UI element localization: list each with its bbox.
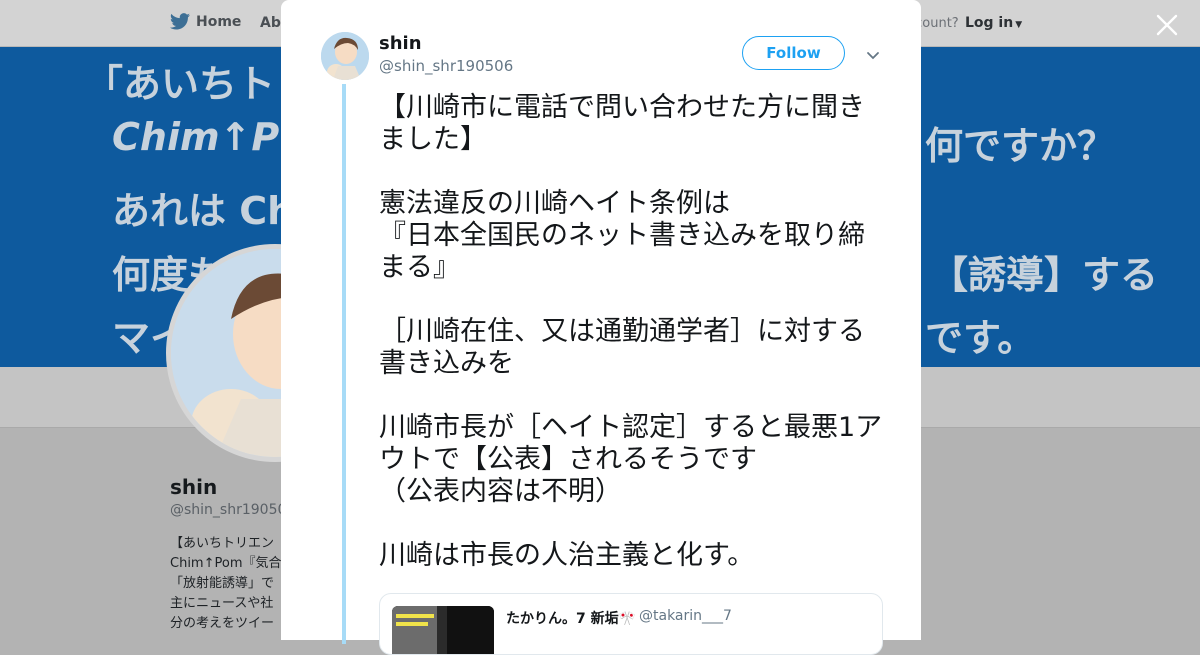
tweet-line: 川崎は市長の人治主義と化す。	[379, 540, 755, 571]
quoted-tweet-author-handle[interactable]: @takarin___7	[639, 608, 732, 624]
nav-login-link[interactable]: Log in ▼	[965, 15, 1022, 31]
chevron-down-icon	[867, 52, 879, 60]
author-avatar[interactable]	[321, 32, 369, 80]
tweet-line: （公表内容は不明）	[379, 476, 622, 507]
quoted-tweet-author-name[interactable]: たかりん。7 新垢🎌	[506, 608, 636, 628]
profile-bio: 【あいちトリエン Chim↑Pom『気合 「放射能誘導」で 主にニュースや社 分…	[170, 534, 286, 634]
close-icon	[1156, 14, 1178, 36]
tweet-line: 川崎市長が［ヘイト認定］すると最悪1アウトで【公表】されるそうです	[379, 412, 883, 475]
login-label: Log in	[965, 15, 1014, 31]
thread-connector-line	[342, 84, 346, 644]
banner-text-line: 何ですか？	[925, 124, 1116, 168]
banner-text-line: 「あいちトリ	[85, 62, 314, 106]
profile-bio-line: 「放射能誘導」で	[170, 576, 275, 591]
quoted-tweet-card[interactable]: たかりん。7 新垢🎌 @takarin___7	[379, 593, 883, 655]
banner-text-line: 【誘導】する	[930, 253, 1159, 297]
quoted-tweet-thumbnail	[392, 606, 494, 654]
tweet-line: ［川崎在住、又は通勤通学者］に対する書き込みを	[379, 316, 865, 379]
profile-bio-line: 分の考えをツイー	[170, 616, 275, 631]
profile-bio-line: Chim↑Pom『気合	[170, 556, 282, 571]
profile-handle: @shin_shr190506	[170, 502, 296, 518]
banner-text-line: あれは Ch	[112, 189, 295, 233]
banner-text-line: です。	[925, 316, 1036, 360]
tweet-line: 【川崎市に電話で問い合わせた方に聞きました】	[379, 92, 865, 155]
nav-home-label: Home	[196, 13, 242, 30]
twitter-bird-icon	[170, 13, 190, 30]
tweet-line: 憲法違反の川崎ヘイト条例は	[379, 188, 730, 219]
tweet-line: 『日本全国民のネット書き込みを取り締まる』	[379, 220, 865, 283]
profile-bio-line: 主にニュースや社	[170, 596, 274, 611]
profile-bio-line: 【あいちトリエン	[170, 536, 275, 551]
follow-button[interactable]: Follow	[742, 36, 845, 70]
caret-down-icon: ▼	[1015, 20, 1023, 30]
person-with-dog-illustration	[321, 32, 369, 80]
nav-home-link[interactable]: Home	[170, 13, 241, 30]
tweet-options-button[interactable]	[866, 46, 880, 65]
close-modal-button[interactable]	[1152, 10, 1182, 40]
tweet-modal: shin @shin_shr190506 Follow 【川崎市に電話で問い合わ…	[281, 0, 921, 655]
author-handle[interactable]: @shin_shr190506	[379, 57, 513, 75]
video-thumbnail-image	[392, 606, 494, 654]
profile-name: shin	[170, 475, 218, 499]
banner-text-line: Chim↑P	[112, 115, 280, 159]
author-name[interactable]: shin	[379, 33, 422, 54]
tweet-text: 【川崎市に電話で問い合わせた方に聞きました】 憲法違反の川崎ヘイト条例は 『日本…	[379, 92, 889, 572]
